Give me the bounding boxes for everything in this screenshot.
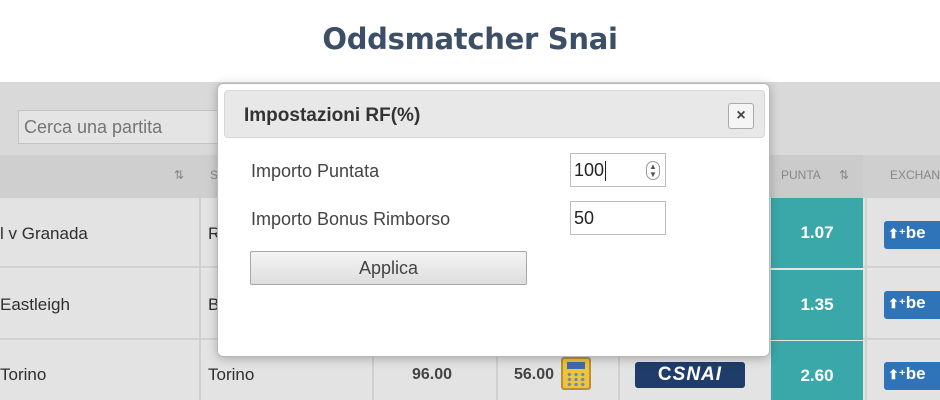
exchange-label: be <box>905 223 926 242</box>
punta-cell: 1.07 <box>771 198 863 268</box>
quota-b: 56.00 <box>514 366 555 383</box>
cell-evento: Torino <box>0 365 47 384</box>
modal-header: Impostazioni RF(%) × <box>224 90 765 138</box>
calculator-icon[interactable] <box>561 357 591 390</box>
th-punta[interactable]: PUNTA <box>781 168 821 182</box>
importo-bonus-input[interactable]: 50 <box>570 201 666 235</box>
exchange-label: be <box>905 364 926 383</box>
snai-logo: CSNAI <box>635 362 745 388</box>
number-spinner-icon[interactable]: ▲ ▼ <box>646 161 660 180</box>
quota-a: 96.00 <box>412 366 453 383</box>
exchange-arrow-icon: ⬆⁺ <box>888 226 906 241</box>
exchange-arrow-icon: ⬆⁺ <box>888 367 906 382</box>
label-importo-bonus: Importo Bonus Rimborso <box>251 209 451 229</box>
column-divider <box>199 198 201 400</box>
sort-icon[interactable]: ⇅ <box>174 168 184 182</box>
punta-cell: 2.60 <box>771 341 863 400</box>
column-divider <box>865 198 867 400</box>
exchange-arrow-icon: ⬆⁺ <box>888 296 906 311</box>
modal-title: Impostazioni RF(%) <box>244 105 421 126</box>
page: Oddsmatcher Snai ⇅ S PUNTA ⇅ EXCHAN l v … <box>0 0 940 400</box>
sort-icon[interactable]: ⇅ <box>839 168 849 182</box>
close-icon: × <box>736 107 746 124</box>
punta-cell: 1.35 <box>771 270 863 340</box>
close-button[interactable]: × <box>728 103 754 129</box>
text-cursor <box>605 161 607 182</box>
cell-evento: Eastleigh <box>0 295 70 314</box>
exchange-label: be <box>905 293 926 312</box>
th-exchange[interactable]: EXCHAN <box>890 168 940 182</box>
exchange-button[interactable]: ⬆⁺be <box>884 221 940 249</box>
exchange-button[interactable]: ⬆⁺be <box>884 291 940 319</box>
cell-evento: l v Granada <box>0 224 88 243</box>
settings-modal: Impostazioni RF(%) × Importo Puntata 100… <box>217 83 770 357</box>
page-title: Oddsmatcher Snai <box>322 22 618 56</box>
cell-squadra: Torino <box>208 365 255 384</box>
label-importo-puntata: Importo Puntata <box>251 161 380 181</box>
importo-bonus-value: 50 <box>574 208 595 228</box>
apply-button[interactable]: Applica <box>250 251 527 285</box>
exchange-button[interactable]: ⬆⁺be <box>884 362 940 390</box>
importo-puntata-value: 100 <box>574 160 605 180</box>
